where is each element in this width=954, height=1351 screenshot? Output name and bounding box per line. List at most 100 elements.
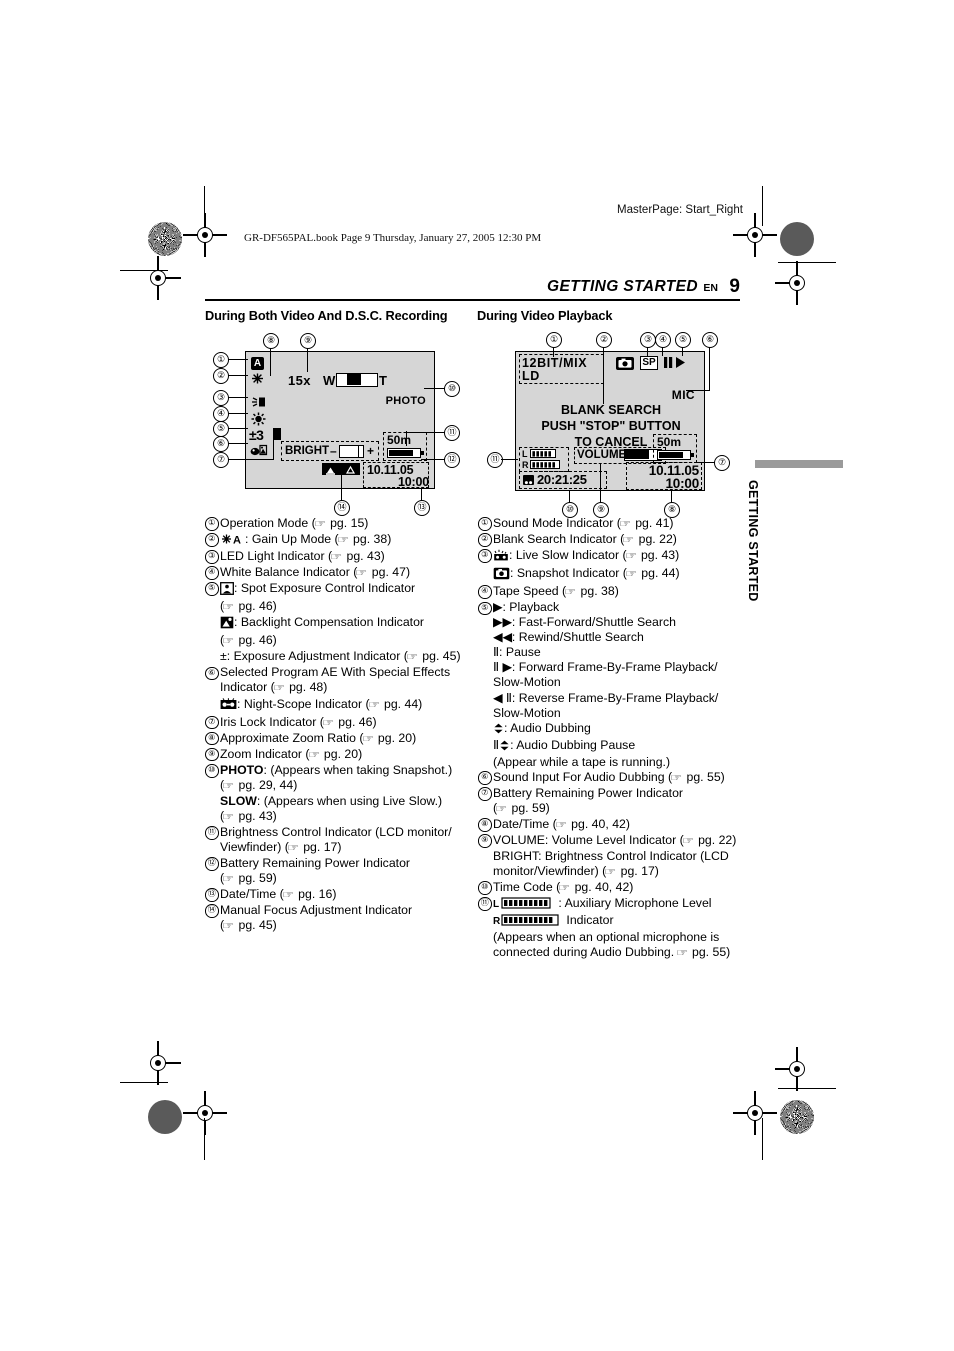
leader-left-10 (424, 388, 445, 390)
legend-item-continuation: : Backlight Compensation Indicator (220, 615, 467, 633)
reference-hand-icon: ☞ (222, 780, 235, 792)
legend-item: ⑦ Iris Lock Indicator (☞ pg. 46) (205, 715, 467, 731)
legend-item-text: Zoom Indicator (☞ pg. 20) (220, 747, 467, 763)
aux-mic-level-l-icon: L (493, 897, 555, 913)
leader-left-9-v (306, 348, 308, 372)
reference-hand-icon: ☞ (321, 717, 335, 729)
legend-item-text: Date/Time (☞ pg. 16) (220, 887, 467, 903)
legend-item-number: ⑤ (205, 582, 219, 596)
legend-item-continuation: (☞ pg. 59) (220, 871, 467, 887)
legend-item-number: ⑫ (205, 857, 219, 871)
legend-item: ⑩ PHOTO: (Appears when taking Snapshot.)(… (205, 763, 467, 825)
legend-item: ⑤ : Spot Exposure Control Indicator (☞ pg… (205, 581, 467, 665)
legend-item-text: LED Light Indicator (☞ pg. 43) (220, 549, 467, 565)
reference-hand-icon: ☞ (286, 842, 300, 854)
reference-hand-icon: ☞ (495, 803, 508, 815)
zoom-indicator-w: W (323, 373, 336, 388)
svg-text:A: A (233, 535, 241, 546)
legend-item-number: ① (478, 517, 492, 531)
sound-mode-sub-value: LD (522, 369, 540, 383)
brightness-plus-sign: + (367, 444, 375, 458)
svg-text:R: R (493, 916, 501, 926)
reference-hand-icon: ☞ (222, 874, 235, 886)
snapshot-icon (616, 357, 634, 370)
leader-left-2 (228, 374, 248, 376)
reference-hand-icon: ☞ (564, 587, 577, 599)
left-legend-list: ① Operation Mode (☞ pg. 15) ② A: Gain Up M… (205, 516, 467, 934)
program-ae-effects-icon (250, 444, 268, 456)
legend-item-text: L : Auxiliary Microphone Level (493, 896, 740, 913)
callout-left-11: ⑪ (444, 425, 460, 441)
playback-status-icon (664, 356, 692, 375)
legend-item: ⑫ Battery Remaining Power Indicator (☞ pg.… (205, 856, 467, 887)
legend-item-number: ⑪ (478, 897, 492, 911)
registration-mark-left-upper (145, 256, 181, 300)
legend-item-continuation: (☞ pg. 29, 44) (220, 778, 467, 794)
reference-hand-icon: ☞ (604, 867, 617, 879)
legend-item-text: Sound Input For Audio Dubbing (☞ pg. 55) (493, 770, 740, 786)
battery-remaining-icon (387, 448, 424, 458)
zoom-indicator-thumb (347, 374, 361, 385)
legend-item-number: ⑧ (478, 818, 492, 832)
book-filename-line: GR-DF565PAL.book Page 9 Thursday, Januar… (244, 232, 542, 244)
leader-left-3 (228, 396, 248, 398)
legend-item-continuation: Slow-Motion (493, 675, 561, 690)
brightness-minus-sign: – (330, 444, 337, 458)
callout-left-1: ① (213, 352, 229, 368)
legend-item-continuation: Viewfinder) (☞ pg. 17) (220, 840, 467, 856)
legend-item-text: Manual Focus Adjustment Indicator (220, 903, 413, 918)
legend-item-continuation: (☞ pg. 46) (220, 599, 467, 615)
battery-remaining-icon-playback (657, 450, 694, 460)
legend-item-continuation: : Audio Dubbing (493, 721, 740, 738)
callout-left-2: ② (213, 368, 229, 384)
legend-item-text: Battery Remaining Power Indicator (220, 855, 411, 870)
reference-hand-icon: ☞ (618, 519, 632, 530)
side-tab-bar (755, 460, 843, 468)
legend-item-continuation: ◀ Ⅱ: Reverse Frame-By-Frame Playback/ (493, 690, 719, 705)
leader-right-8-v (670, 491, 672, 503)
leader-right-6-h (686, 390, 709, 392)
callout-left-6: ⑥ (213, 436, 229, 452)
crop-line-top-left-v (204, 186, 206, 226)
crop-line-right-top-h (778, 262, 836, 264)
audio-dubbing-icon (499, 740, 510, 755)
leader-right-9-v (599, 463, 601, 503)
legend-item-continuation: (Appears when an optional microphone is (493, 930, 720, 945)
zoom-indicator-bar (336, 373, 378, 387)
legend-item-number: ⑩ (478, 881, 492, 895)
audio-dubbing-icon (493, 723, 504, 738)
night-scope-icon (220, 697, 237, 715)
leader-left-7 (228, 458, 274, 460)
operation-mode-icon: A (251, 357, 264, 370)
legend-item-continuation: : Night-Scope Indicator (☞ pg. 44) (220, 697, 467, 715)
aux-mic-level-r-icon: R (493, 914, 563, 930)
callout-left-4: ④ (213, 406, 229, 422)
leader-right-3-v (646, 347, 648, 356)
legend-item-number: ⑨ (205, 747, 219, 762)
legend-item-text: Tape Speed (☞ pg. 38) (493, 584, 740, 600)
aux-mic-level-l-meter (530, 449, 556, 458)
time-code-value: 20:21:25 (537, 472, 587, 487)
tape-remaining-value: 50m (387, 433, 412, 447)
legend-item-text: Time Code (☞ pg. 40, 42) (493, 880, 740, 896)
side-tab-label: GETTING STARTED (746, 480, 760, 602)
legend-item-continuation: SLOW: (Appears when using Live Slow.) (220, 793, 443, 808)
reference-hand-icon: ☞ (675, 948, 688, 960)
legend-item-text: ▶: Playback (493, 600, 560, 615)
reference-hand-icon: ☞ (222, 636, 235, 648)
legend-item-continuation: monitor/Viewfinder) (☞ pg. 17) (493, 864, 740, 880)
legend-item-number: ③ (205, 550, 219, 564)
callout-right-7: ⑦ (714, 455, 730, 471)
legend-item: ⑪ Brightness Control Indicator (LCD monit… (205, 825, 467, 856)
exposure-adjustment-value: ±3 (249, 427, 264, 443)
leader-left-8-v (269, 348, 271, 376)
registration-mark-right-lower (775, 1047, 810, 1091)
legend-item: ③ LED Light Indicator (☞ pg. 43) (205, 549, 467, 565)
registration-mark-top-right (733, 213, 777, 257)
leader-right-11-h (501, 458, 518, 460)
reference-hand-icon: ☞ (330, 552, 343, 564)
legend-item-continuation: R Indicator (493, 913, 740, 930)
legend-item: ⑨ VOLUME: Volume Level Indicator (☞ pg. 2… (478, 833, 740, 880)
legend-item-continuation: Ⅱ: Pause (493, 645, 541, 660)
callout-left-14: ⑭ (334, 500, 350, 516)
